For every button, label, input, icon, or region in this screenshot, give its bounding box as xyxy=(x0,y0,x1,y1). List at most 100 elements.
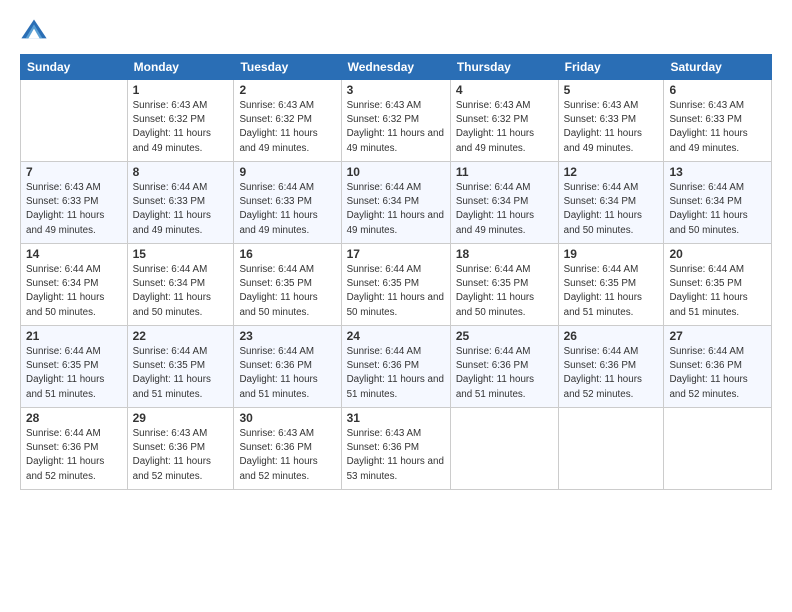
calendar-cell: 25 Sunrise: 6:44 AMSunset: 6:36 PMDayligh… xyxy=(450,326,558,408)
day-info: Sunrise: 6:43 AMSunset: 6:33 PMDaylight:… xyxy=(26,182,104,236)
day-number: 1 xyxy=(133,83,229,97)
day-info: Sunrise: 6:44 AMSunset: 6:36 PMDaylight:… xyxy=(669,346,747,400)
calendar-cell: 3 Sunrise: 6:43 AMSunset: 6:32 PMDaylight… xyxy=(341,80,450,162)
day-info: Sunrise: 6:44 AMSunset: 6:34 PMDaylight:… xyxy=(133,264,211,318)
day-info: Sunrise: 6:44 AMSunset: 6:34 PMDaylight:… xyxy=(26,264,104,318)
calendar-week-4: 21 Sunrise: 6:44 AMSunset: 6:35 PMDayligh… xyxy=(21,326,772,408)
weekday-header-row: SundayMondayTuesdayWednesdayThursdayFrid… xyxy=(21,55,772,80)
calendar-cell: 31Sunrise: 6:43 AMSunset: 6:36 PMDayligh… xyxy=(341,408,450,490)
calendar-cell xyxy=(21,80,128,162)
calendar-cell: 14Sunrise: 6:44 AMSunset: 6:34 PMDayligh… xyxy=(21,244,128,326)
calendar-cell: 17 Sunrise: 6:44 AMSunset: 6:35 PMDayligh… xyxy=(341,244,450,326)
calendar-cell xyxy=(558,408,664,490)
day-number: 9 xyxy=(239,165,335,179)
day-number: 21 xyxy=(26,329,122,343)
day-info: Sunrise: 6:44 AMSunset: 6:35 PMDaylight:… xyxy=(456,264,534,318)
calendar-week-1: 1 Sunrise: 6:43 AMSunset: 6:32 PMDaylight… xyxy=(21,80,772,162)
calendar-cell: 15 Sunrise: 6:44 AMSunset: 6:34 PMDayligh… xyxy=(127,244,234,326)
calendar-cell: 11 Sunrise: 6:44 AMSunset: 6:34 PMDayligh… xyxy=(450,162,558,244)
calendar-cell: 23 Sunrise: 6:44 AMSunset: 6:36 PMDayligh… xyxy=(234,326,341,408)
day-info: Sunrise: 6:44 AMSunset: 6:33 PMDaylight:… xyxy=(133,182,211,236)
day-number: 15 xyxy=(133,247,229,261)
weekday-header-tuesday: Tuesday xyxy=(234,55,341,80)
day-number: 30 xyxy=(239,411,335,425)
calendar-week-5: 28Sunrise: 6:44 AMSunset: 6:36 PMDayligh… xyxy=(21,408,772,490)
day-info: Sunrise: 6:44 AMSunset: 6:34 PMDaylight:… xyxy=(564,182,642,236)
weekday-header-thursday: Thursday xyxy=(450,55,558,80)
day-info: Sunrise: 6:44 AMSunset: 6:34 PMDaylight:… xyxy=(347,182,444,236)
header xyxy=(20,16,772,44)
calendar-cell: 4 Sunrise: 6:43 AMSunset: 6:32 PMDaylight… xyxy=(450,80,558,162)
calendar-cell: 21 Sunrise: 6:44 AMSunset: 6:35 PMDayligh… xyxy=(21,326,128,408)
day-info: Sunrise: 6:43 AMSunset: 6:32 PMDaylight:… xyxy=(456,100,534,154)
calendar-cell: 29 Sunrise: 6:43 AMSunset: 6:36 PMDayligh… xyxy=(127,408,234,490)
day-number: 10 xyxy=(347,165,445,179)
day-info: Sunrise: 6:44 AMSunset: 6:36 PMDaylight:… xyxy=(564,346,642,400)
day-number: 16 xyxy=(239,247,335,261)
weekday-header-monday: Monday xyxy=(127,55,234,80)
day-info: Sunrise: 6:44 AMSunset: 6:35 PMDaylight:… xyxy=(26,346,104,400)
calendar-cell: 22 Sunrise: 6:44 AMSunset: 6:35 PMDayligh… xyxy=(127,326,234,408)
day-info: Sunrise: 6:44 AMSunset: 6:35 PMDaylight:… xyxy=(239,264,317,318)
weekday-header-friday: Friday xyxy=(558,55,664,80)
day-number: 20 xyxy=(669,247,766,261)
logo xyxy=(20,16,52,44)
day-info: Sunrise: 6:43 AMSunset: 6:32 PMDaylight:… xyxy=(347,100,444,154)
day-number: 26 xyxy=(564,329,659,343)
day-info: Sunrise: 6:43 AMSunset: 6:32 PMDaylight:… xyxy=(239,100,317,154)
day-number: 17 xyxy=(347,247,445,261)
calendar-cell: 10 Sunrise: 6:44 AMSunset: 6:34 PMDayligh… xyxy=(341,162,450,244)
weekday-header-sunday: Sunday xyxy=(21,55,128,80)
day-number: 4 xyxy=(456,83,553,97)
day-number: 5 xyxy=(564,83,659,97)
day-info: Sunrise: 6:44 AMSunset: 6:33 PMDaylight:… xyxy=(239,182,317,236)
day-number: 7 xyxy=(26,165,122,179)
calendar-week-2: 7 Sunrise: 6:43 AMSunset: 6:33 PMDaylight… xyxy=(21,162,772,244)
day-info: Sunrise: 6:43 AMSunset: 6:33 PMDaylight:… xyxy=(669,100,747,154)
calendar-cell: 13Sunrise: 6:44 AMSunset: 6:34 PMDayligh… xyxy=(664,162,772,244)
day-number: 25 xyxy=(456,329,553,343)
day-number: 27 xyxy=(669,329,766,343)
calendar-cell: 27 Sunrise: 6:44 AMSunset: 6:36 PMDayligh… xyxy=(664,326,772,408)
calendar-cell: 6Sunrise: 6:43 AMSunset: 6:33 PMDaylight… xyxy=(664,80,772,162)
day-info: Sunrise: 6:43 AMSunset: 6:36 PMDaylight:… xyxy=(133,428,211,482)
logo-icon xyxy=(20,16,48,44)
day-number: 8 xyxy=(133,165,229,179)
weekday-header-wednesday: Wednesday xyxy=(341,55,450,80)
day-number: 24 xyxy=(347,329,445,343)
day-number: 13 xyxy=(669,165,766,179)
day-number: 22 xyxy=(133,329,229,343)
day-number: 23 xyxy=(239,329,335,343)
day-info: Sunrise: 6:44 AMSunset: 6:35 PMDaylight:… xyxy=(564,264,642,318)
day-info: Sunrise: 6:43 AMSunset: 6:32 PMDaylight:… xyxy=(133,100,211,154)
day-number: 2 xyxy=(239,83,335,97)
calendar-cell: 2 Sunrise: 6:43 AMSunset: 6:32 PMDaylight… xyxy=(234,80,341,162)
day-number: 28 xyxy=(26,411,122,425)
day-info: Sunrise: 6:43 AMSunset: 6:36 PMDaylight:… xyxy=(239,428,317,482)
day-info: Sunrise: 6:43 AMSunset: 6:33 PMDaylight:… xyxy=(564,100,642,154)
day-number: 11 xyxy=(456,165,553,179)
day-number: 18 xyxy=(456,247,553,261)
calendar-cell xyxy=(664,408,772,490)
calendar-cell: 19Sunrise: 6:44 AMSunset: 6:35 PMDayligh… xyxy=(558,244,664,326)
calendar-cell: 30 Sunrise: 6:43 AMSunset: 6:36 PMDayligh… xyxy=(234,408,341,490)
calendar-cell: 18 Sunrise: 6:44 AMSunset: 6:35 PMDayligh… xyxy=(450,244,558,326)
calendar-cell: 7 Sunrise: 6:43 AMSunset: 6:33 PMDaylight… xyxy=(21,162,128,244)
calendar-cell xyxy=(450,408,558,490)
calendar-cell: 12 Sunrise: 6:44 AMSunset: 6:34 PMDayligh… xyxy=(558,162,664,244)
day-info: Sunrise: 6:44 AMSunset: 6:35 PMDaylight:… xyxy=(347,264,444,318)
calendar-week-3: 14Sunrise: 6:44 AMSunset: 6:34 PMDayligh… xyxy=(21,244,772,326)
day-info: Sunrise: 6:44 AMSunset: 6:35 PMDaylight:… xyxy=(133,346,211,400)
day-info: Sunrise: 6:43 AMSunset: 6:36 PMDaylight:… xyxy=(347,428,444,482)
calendar-cell: 28Sunrise: 6:44 AMSunset: 6:36 PMDayligh… xyxy=(21,408,128,490)
calendar-cell: 24Sunrise: 6:44 AMSunset: 6:36 PMDayligh… xyxy=(341,326,450,408)
day-number: 12 xyxy=(564,165,659,179)
day-info: Sunrise: 6:44 AMSunset: 6:36 PMDaylight:… xyxy=(239,346,317,400)
day-number: 3 xyxy=(347,83,445,97)
day-info: Sunrise: 6:44 AMSunset: 6:35 PMDaylight:… xyxy=(669,264,747,318)
calendar-cell: 8 Sunrise: 6:44 AMSunset: 6:33 PMDaylight… xyxy=(127,162,234,244)
day-info: Sunrise: 6:44 AMSunset: 6:34 PMDaylight:… xyxy=(456,182,534,236)
calendar-table: SundayMondayTuesdayWednesdayThursdayFrid… xyxy=(20,54,772,490)
day-number: 29 xyxy=(133,411,229,425)
day-info: Sunrise: 6:44 AMSunset: 6:36 PMDaylight:… xyxy=(456,346,534,400)
